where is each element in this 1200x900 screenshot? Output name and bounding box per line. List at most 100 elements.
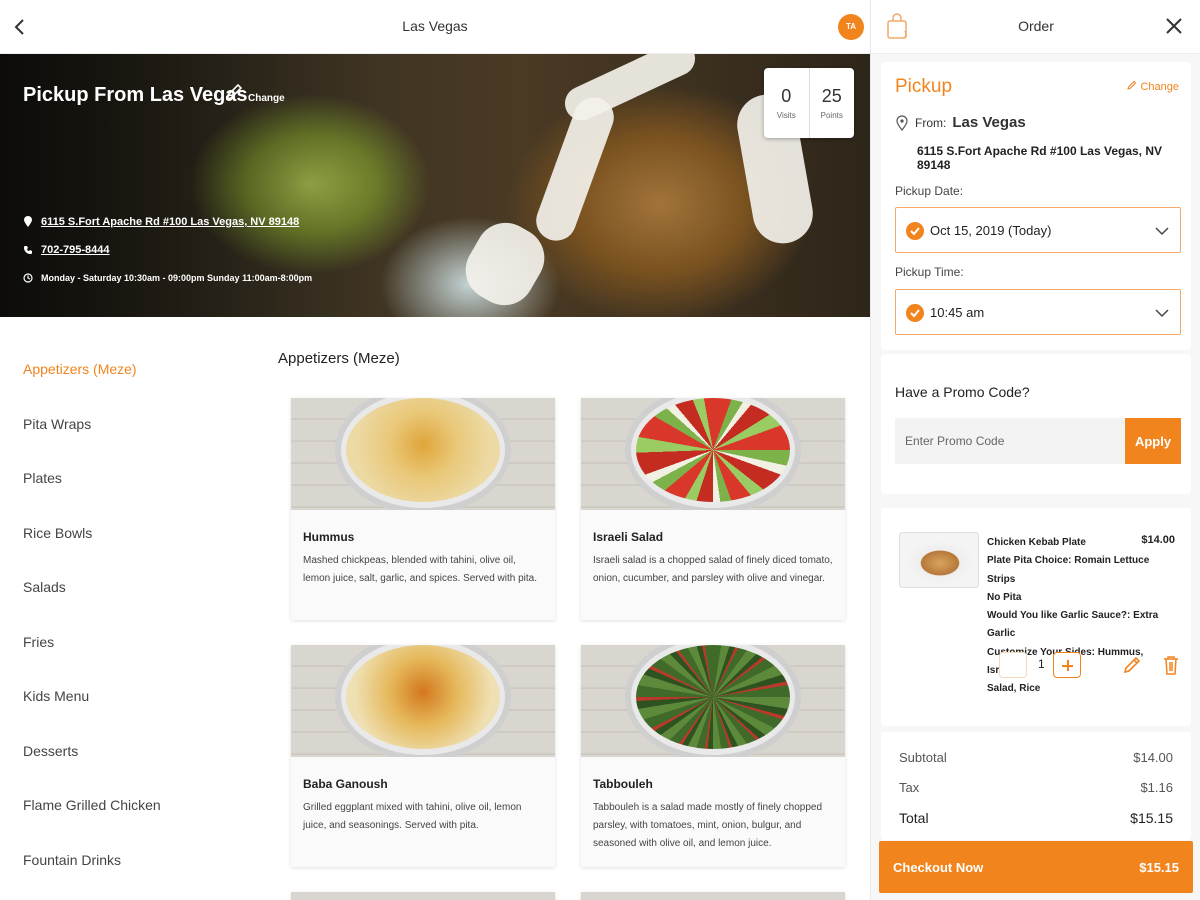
- pickup-location: From: Las Vegas: [895, 114, 1026, 131]
- hours-text: Monday - Saturday 10:30am - 09:00pm Sund…: [41, 273, 313, 283]
- cart-item-image: [899, 532, 979, 588]
- address-link[interactable]: 6115 S.Fort Apache Rd #100 Las Vegas, NV…: [41, 216, 299, 228]
- tax-label: Tax: [899, 780, 920, 795]
- hero-banner: Pickup From Las Vegas Change 0 Visits 25…: [0, 54, 870, 317]
- cart-item-option: Would You like Garlic Sauce?: Extra: [987, 610, 1159, 622]
- menu-item-image: [581, 892, 845, 900]
- pencil-icon: [225, 83, 243, 101]
- menu-item-card[interactable]: [291, 892, 555, 900]
- tax-value: $1.16: [1140, 780, 1173, 795]
- quantity-decrease-button[interactable]: [999, 652, 1027, 678]
- category-kids-menu[interactable]: Kids Menu: [23, 679, 253, 734]
- subtotal-row: Subtotal $14.00: [899, 750, 1173, 765]
- visits-value: 0: [781, 86, 792, 106]
- hummus-image: [291, 398, 555, 510]
- loyalty-stats: 0 Visits 25 Points: [764, 68, 854, 138]
- promo-code-input[interactable]: [895, 418, 1125, 464]
- apply-promo-button[interactable]: Apply: [1125, 418, 1181, 464]
- pickup-card: Pickup Change From: Las Vegas 6115 S.For…: [881, 62, 1191, 350]
- tabbouleh-image: [581, 645, 845, 757]
- item-description: Grilled eggplant mixed with tahini, oliv…: [303, 802, 522, 831]
- order-title: Order: [1018, 18, 1054, 34]
- address-row[interactable]: 6115 S.Fort Apache Rd #100 Las Vegas, NV…: [23, 216, 299, 228]
- avatar[interactable]: TA: [838, 14, 864, 40]
- total-row: Total $15.15: [899, 810, 1173, 826]
- points-stat: 25 Points: [808, 68, 855, 138]
- quantity-increase-button[interactable]: [1053, 652, 1081, 678]
- subtotal-label: Subtotal: [899, 750, 947, 765]
- location-pin-icon: [896, 114, 908, 131]
- category-pita-wraps[interactable]: Pita Wraps: [23, 407, 253, 462]
- promo-title: Have a Promo Code?: [895, 384, 1030, 400]
- pickup-date-value: Oct 15, 2019 (Today): [930, 223, 1052, 238]
- trash-icon[interactable]: [1161, 654, 1181, 676]
- edit-icon[interactable]: [1121, 654, 1143, 676]
- sauce-decoration: [530, 91, 620, 247]
- menu-item-card[interactable]: Israeli Salad Israeli salad is a chopped…: [581, 398, 845, 620]
- menu-item-card[interactable]: Baba Ganoush Grilled eggplant mixed with…: [291, 645, 555, 867]
- visits-stat: 0 Visits: [764, 68, 809, 138]
- check-icon: [906, 222, 924, 240]
- category-fountain-drinks[interactable]: Fountain Drinks: [23, 843, 253, 898]
- category-desserts[interactable]: Desserts: [23, 734, 253, 789]
- location-pin-icon: [24, 216, 32, 227]
- change-pickup-button[interactable]: Change: [1127, 80, 1179, 93]
- close-icon[interactable]: [1164, 16, 1184, 36]
- item-description: Tabbouleh is a salad made mostly of fine…: [593, 802, 823, 849]
- section-title: Appetizers (Meze): [278, 350, 400, 367]
- promo-card: Have a Promo Code? Apply: [881, 354, 1191, 494]
- category-flame-grilled-chicken[interactable]: Flame Grilled Chicken: [23, 788, 253, 843]
- menu-item-card[interactable]: Tabbouleh Tabbouleh is a salad made most…: [581, 645, 845, 867]
- visits-label: Visits: [776, 111, 796, 120]
- order-header: 1 Order: [871, 0, 1200, 54]
- change-label: Change: [248, 93, 285, 104]
- cart-item-option: Salad, Rice: [987, 683, 1041, 695]
- chevron-down-icon: [1155, 309, 1169, 318]
- item-name: Hummus: [303, 530, 355, 544]
- item-description: Mashed chickpeas, blended with tahini, o…: [303, 555, 537, 584]
- pencil-icon: [1127, 80, 1137, 90]
- hours-row: Monday - Saturday 10:30am - 09:00pm Sund…: [23, 273, 312, 283]
- total-label: Total: [899, 810, 929, 826]
- checkout-label: Checkout Now: [893, 859, 984, 875]
- cart-item-option: Garlic: [987, 628, 1016, 640]
- clock-icon: [23, 273, 33, 283]
- item-description: Israeli salad is a chopped salad of fine…: [593, 555, 833, 584]
- change-label: Change: [1140, 81, 1179, 93]
- from-label: From:: [915, 115, 947, 130]
- checkout-button[interactable]: Checkout Now $15.15: [879, 841, 1193, 893]
- cart-item-option: Plate Pita Choice: Romain Lettuce Strips: [987, 555, 1150, 585]
- category-appetizers[interactable]: Appetizers (Meze): [23, 352, 253, 407]
- phone-link[interactable]: 702-795-8444: [41, 244, 110, 256]
- pickup-heading: Pickup: [895, 76, 953, 97]
- menu-item-card[interactable]: Hummus Mashed chickpeas, blended with ta…: [291, 398, 555, 620]
- pickup-date-label: Pickup Date:: [895, 184, 964, 198]
- chevron-down-icon: [1155, 227, 1169, 236]
- item-name: Israeli Salad: [593, 530, 664, 544]
- subtotal-value: $14.00: [1133, 750, 1173, 765]
- baba-ganoush-image: [291, 645, 555, 757]
- pickup-date-select[interactable]: Oct 15, 2019 (Today): [895, 207, 1181, 253]
- order-totals: Subtotal $14.00 Tax $1.16 Total $15.15: [881, 732, 1191, 840]
- tax-row: Tax $1.16: [899, 780, 1173, 795]
- menu-panel: Las Vegas TA Pickup From Las Vegas Chang…: [0, 0, 870, 900]
- israeli-salad-image: [581, 398, 845, 510]
- points-label: Points: [820, 111, 843, 120]
- category-salads[interactable]: Salads: [23, 570, 253, 625]
- menu-item-card[interactable]: [581, 892, 845, 900]
- category-plates[interactable]: Plates: [23, 461, 253, 516]
- total-value: $15.15: [1130, 810, 1173, 826]
- cart-item-price: $14.00: [1141, 534, 1175, 546]
- pickup-time-select[interactable]: 10:45 am: [895, 289, 1181, 335]
- points-value: 25: [821, 86, 842, 106]
- category-fries[interactable]: Fries: [23, 625, 253, 680]
- pickup-address: 6115 S.Fort Apache Rd #100 Las Vegas, NV…: [917, 144, 1163, 172]
- category-rice-bowls[interactable]: Rice Bowls: [23, 516, 253, 571]
- menu-item-image: [291, 892, 555, 900]
- pickup-time-value: 10:45 am: [930, 305, 985, 320]
- cart-item: Chicken Kebab Plate Plate Pita Choice: R…: [881, 508, 1191, 726]
- cart-item-option: No Pita: [987, 591, 1022, 603]
- change-location-button[interactable]: Change: [224, 82, 285, 104]
- top-bar: Las Vegas TA: [0, 0, 870, 54]
- phone-row[interactable]: 702-795-8444: [23, 244, 110, 256]
